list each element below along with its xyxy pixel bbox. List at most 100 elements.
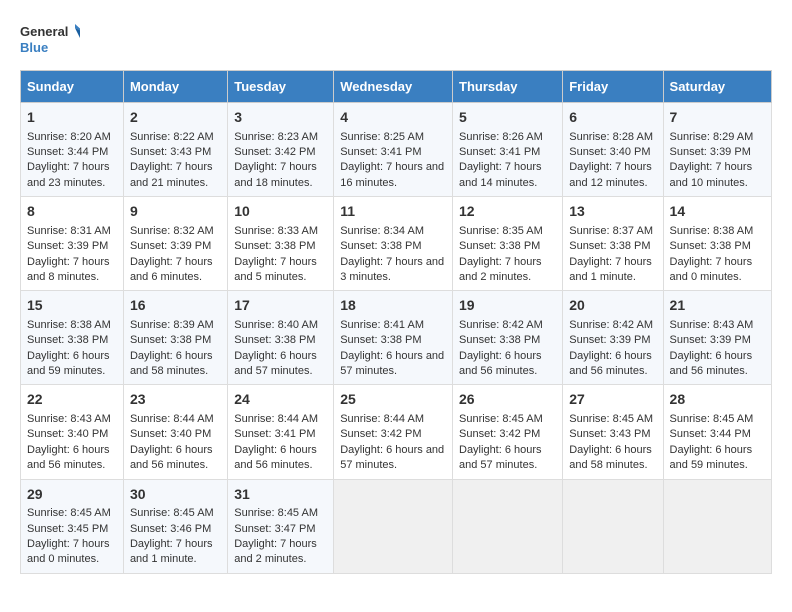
sunrise-text: Sunrise: 8:35 AM [459, 225, 543, 237]
calendar-cell: 30Sunrise: 8:45 AMSunset: 3:46 PMDayligh… [123, 479, 227, 573]
sunset-text: Sunset: 3:38 PM [234, 334, 315, 346]
week-row: 29Sunrise: 8:45 AMSunset: 3:45 PMDayligh… [21, 479, 772, 573]
day-header: Friday [563, 71, 663, 103]
sunrise-text: Sunrise: 8:25 AM [340, 131, 424, 143]
sunset-text: Sunset: 3:40 PM [569, 146, 650, 158]
calendar-table: SundayMondayTuesdayWednesdayThursdayFrid… [20, 70, 772, 574]
daylight-text: Daylight: 6 hours and 56 minutes. [130, 444, 213, 471]
sunrise-text: Sunrise: 8:43 AM [27, 413, 111, 425]
sunset-text: Sunset: 3:39 PM [130, 240, 211, 252]
calendar-cell: 18Sunrise: 8:41 AMSunset: 3:38 PMDayligh… [334, 291, 453, 385]
daylight-text: Daylight: 6 hours and 56 minutes. [569, 350, 652, 377]
sunrise-text: Sunrise: 8:42 AM [459, 319, 543, 331]
sunrise-text: Sunrise: 8:38 AM [27, 319, 111, 331]
day-number: 8 [27, 202, 117, 222]
sunset-text: Sunset: 3:39 PM [569, 334, 650, 346]
header-row: SundayMondayTuesdayWednesdayThursdayFrid… [21, 71, 772, 103]
calendar-cell: 27Sunrise: 8:45 AMSunset: 3:43 PMDayligh… [563, 385, 663, 479]
day-number: 23 [130, 390, 221, 410]
sunrise-text: Sunrise: 8:38 AM [670, 225, 754, 237]
daylight-text: Daylight: 6 hours and 57 minutes. [340, 350, 444, 377]
calendar-cell: 8Sunrise: 8:31 AMSunset: 3:39 PMDaylight… [21, 197, 124, 291]
day-number: 12 [459, 202, 556, 222]
svg-text:General: General [20, 24, 68, 39]
sunset-text: Sunset: 3:38 PM [340, 334, 421, 346]
sunrise-text: Sunrise: 8:45 AM [459, 413, 543, 425]
sunset-text: Sunset: 3:43 PM [130, 146, 211, 158]
calendar-cell: 4Sunrise: 8:25 AMSunset: 3:41 PMDaylight… [334, 103, 453, 197]
sunset-text: Sunset: 3:42 PM [234, 146, 315, 158]
sunrise-text: Sunrise: 8:44 AM [234, 413, 318, 425]
day-header: Saturday [663, 71, 771, 103]
sunrise-text: Sunrise: 8:42 AM [569, 319, 653, 331]
daylight-text: Daylight: 6 hours and 57 minutes. [340, 444, 444, 471]
sunrise-text: Sunrise: 8:45 AM [130, 507, 214, 519]
calendar-cell: 26Sunrise: 8:45 AMSunset: 3:42 PMDayligh… [453, 385, 563, 479]
calendar-cell: 1Sunrise: 8:20 AMSunset: 3:44 PMDaylight… [21, 103, 124, 197]
day-number: 22 [27, 390, 117, 410]
day-header: Sunday [21, 71, 124, 103]
day-number: 24 [234, 390, 327, 410]
day-number: 1 [27, 108, 117, 128]
sunrise-text: Sunrise: 8:34 AM [340, 225, 424, 237]
day-number: 30 [130, 485, 221, 505]
sunrise-text: Sunrise: 8:45 AM [569, 413, 653, 425]
sunset-text: Sunset: 3:39 PM [27, 240, 108, 252]
calendar-cell [453, 479, 563, 573]
sunrise-text: Sunrise: 8:43 AM [670, 319, 754, 331]
day-number: 31 [234, 485, 327, 505]
calendar-cell: 21Sunrise: 8:43 AMSunset: 3:39 PMDayligh… [663, 291, 771, 385]
calendar-cell: 6Sunrise: 8:28 AMSunset: 3:40 PMDaylight… [563, 103, 663, 197]
calendar-cell: 28Sunrise: 8:45 AMSunset: 3:44 PMDayligh… [663, 385, 771, 479]
day-number: 11 [340, 202, 446, 222]
calendar-cell: 3Sunrise: 8:23 AMSunset: 3:42 PMDaylight… [228, 103, 334, 197]
daylight-text: Daylight: 7 hours and 0 minutes. [670, 256, 753, 283]
daylight-text: Daylight: 7 hours and 5 minutes. [234, 256, 317, 283]
sunrise-text: Sunrise: 8:44 AM [340, 413, 424, 425]
calendar-cell: 5Sunrise: 8:26 AMSunset: 3:41 PMDaylight… [453, 103, 563, 197]
daylight-text: Daylight: 7 hours and 6 minutes. [130, 256, 213, 283]
sunset-text: Sunset: 3:38 PM [670, 240, 751, 252]
calendar-cell: 10Sunrise: 8:33 AMSunset: 3:38 PMDayligh… [228, 197, 334, 291]
day-number: 9 [130, 202, 221, 222]
day-number: 27 [569, 390, 656, 410]
day-number: 17 [234, 296, 327, 316]
calendar-cell: 24Sunrise: 8:44 AMSunset: 3:41 PMDayligh… [228, 385, 334, 479]
daylight-text: Daylight: 6 hours and 56 minutes. [27, 444, 110, 471]
svg-text:Blue: Blue [20, 40, 48, 55]
day-number: 4 [340, 108, 446, 128]
sunrise-text: Sunrise: 8:29 AM [670, 131, 754, 143]
daylight-text: Daylight: 7 hours and 0 minutes. [27, 538, 110, 565]
daylight-text: Daylight: 7 hours and 3 minutes. [340, 256, 444, 283]
sunrise-text: Sunrise: 8:26 AM [459, 131, 543, 143]
calendar-cell: 15Sunrise: 8:38 AMSunset: 3:38 PMDayligh… [21, 291, 124, 385]
daylight-text: Daylight: 7 hours and 12 minutes. [569, 161, 652, 188]
page-header: General Blue [20, 20, 772, 60]
sunset-text: Sunset: 3:46 PM [130, 523, 211, 535]
logo: General Blue [20, 20, 80, 60]
sunrise-text: Sunrise: 8:33 AM [234, 225, 318, 237]
sunrise-text: Sunrise: 8:40 AM [234, 319, 318, 331]
sunset-text: Sunset: 3:38 PM [569, 240, 650, 252]
daylight-text: Daylight: 7 hours and 18 minutes. [234, 161, 317, 188]
calendar-cell: 23Sunrise: 8:44 AMSunset: 3:40 PMDayligh… [123, 385, 227, 479]
day-header: Thursday [453, 71, 563, 103]
day-number: 29 [27, 485, 117, 505]
daylight-text: Daylight: 6 hours and 59 minutes. [27, 350, 110, 377]
daylight-text: Daylight: 7 hours and 14 minutes. [459, 161, 542, 188]
calendar-cell: 9Sunrise: 8:32 AMSunset: 3:39 PMDaylight… [123, 197, 227, 291]
calendar-cell: 11 Sunrise: 8:34 AM Sunset: 3:38 PM Dayligh… [334, 197, 453, 291]
sunrise-text: Sunrise: 8:45 AM [234, 507, 318, 519]
day-number: 6 [569, 108, 656, 128]
calendar-cell: 17Sunrise: 8:40 AMSunset: 3:38 PMDayligh… [228, 291, 334, 385]
sunset-text: Sunset: 3:38 PM [459, 334, 540, 346]
day-number: 25 [340, 390, 446, 410]
calendar-cell: 31Sunrise: 8:45 AMSunset: 3:47 PMDayligh… [228, 479, 334, 573]
daylight-text: Daylight: 7 hours and 8 minutes. [27, 256, 110, 283]
sunrise-text: Sunrise: 8:44 AM [130, 413, 214, 425]
logo-svg: General Blue [20, 20, 80, 60]
sunset-text: Sunset: 3:38 PM [340, 240, 421, 252]
day-number: 10 [234, 202, 327, 222]
day-number: 26 [459, 390, 556, 410]
sunset-text: Sunset: 3:47 PM [234, 523, 315, 535]
